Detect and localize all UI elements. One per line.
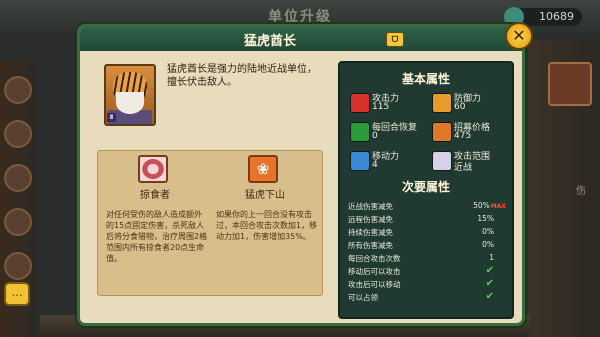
sidebar-text: 伤: [576, 186, 586, 197]
secondary-stat-value: 15%: [477, 214, 494, 223]
meat-icon: [138, 155, 168, 183]
chat-icon: …: [11, 286, 23, 299]
check-icon: ✔: [485, 291, 494, 302]
chat-button[interactable]: …: [4, 282, 30, 306]
ability-name: 猛虎下山: [245, 190, 285, 201]
max-badge: MAX: [490, 203, 506, 210]
secondary-stat-row: 远程伤害减免 15%: [348, 214, 508, 225]
secondary-stat-label: 所有伤害减免: [348, 241, 393, 250]
close-icon: ✕: [512, 26, 526, 45]
sidebar-unit-slot[interactable]: [4, 208, 32, 236]
secondary-stat-value: 1: [489, 253, 494, 262]
rank-icon: Ⅲ: [107, 113, 116, 122]
secondary-stat-label: 持续伤害减免: [348, 228, 393, 237]
secondary-stat-label: 移动后可以攻击: [348, 267, 401, 276]
secondary-stat-value: 50%MAX: [473, 201, 506, 210]
secondary-stat-row: 移动后可以攻击 ✔: [348, 265, 508, 277]
close-button[interactable]: ✕: [505, 22, 533, 50]
boot-icon: [350, 151, 370, 171]
secondary-stat-label: 攻击后可以移动: [348, 280, 401, 289]
secondary-stat-value: 0%: [482, 240, 494, 249]
ability-description: 对任何受伤的敌人造成额外的15点固定伤害，杀死敌人后将分食猎物，治疗周围2格范围…: [106, 210, 208, 263]
tiger-beard-shape: [116, 92, 144, 114]
paw-card-icon[interactable]: [548, 62, 592, 106]
background-title: 单位升级: [268, 9, 332, 25]
mask-icon: ᗜ: [386, 32, 404, 47]
coin-icon: [432, 122, 452, 142]
panel-header: 猛虎酋长 ᗜ: [80, 27, 522, 51]
secondary-stat-label: 远程伤害减免: [348, 215, 393, 224]
secondary-stat-value: 0%: [482, 227, 494, 236]
sidebar-unit-slot[interactable]: [4, 252, 32, 280]
stat-movement: 移动力 4: [350, 149, 432, 173]
stats-panel: 基本属性 攻击力 115 防御力 60 每回合恢复 0 招募价格 475 移动力…: [338, 61, 514, 319]
unit-portrait: Ⅲ: [104, 64, 156, 126]
stat-range: 攻击范围 近战: [432, 149, 514, 173]
stat-value: 近战: [454, 163, 473, 173]
stat-attack: 攻击力 115: [350, 91, 432, 115]
sidebar-unit-slot[interactable]: [4, 164, 32, 192]
abilities-section: 掠食者 对任何受伤的敌人造成额外的15点固定伤害，杀死敌人后将分食猎物，治疗周围…: [97, 150, 323, 296]
unit-description: 猛虎酋长是强力的陆地近战单位，擅长伏击敌人。: [167, 64, 317, 88]
secondary-stat-label: 可以占领: [348, 293, 378, 302]
secondary-stat-value-text: 50%: [473, 201, 490, 210]
secondary-stat-row: 近战伤害减免 50%MAX: [348, 201, 508, 212]
check-icon: ✔: [485, 278, 494, 289]
stat-value: 475: [454, 131, 472, 141]
basic-stats-title: 基本属性: [401, 72, 450, 86]
secondary-stat-label: 近战伤害减免: [348, 202, 393, 211]
ability-name: 掠食者: [140, 190, 170, 201]
currency-value: 10689: [539, 10, 574, 23]
secondary-stat-label: 每回合攻击次数: [348, 254, 401, 263]
stat-value: 115: [372, 102, 390, 112]
right-sidebar: 伤: [528, 40, 600, 337]
secondary-stat-row: 每回合攻击次数 1: [348, 253, 508, 264]
stat-value: 4: [372, 160, 378, 170]
heal-icon: [350, 122, 370, 142]
stat-defense: 防御力 60: [432, 91, 514, 115]
stat-regen: 每回合恢复 0: [350, 120, 432, 144]
secondary-stats-title: 次要属性: [401, 180, 450, 194]
stat-label: 每回合恢复: [372, 123, 418, 133]
sidebar-unit-slot[interactable]: [4, 120, 32, 148]
unit-info-panel: 猛虎酋长 ᗜ Ⅲ 猛虎酋长是强力的陆地近战单位，擅长伏击敌人。 掠食者 对任何受…: [77, 24, 525, 326]
stat-value: 60: [454, 102, 466, 112]
range-icon: [432, 151, 452, 171]
paw-icon: ❀: [248, 155, 278, 183]
sword-icon: [350, 93, 370, 113]
ability-description: 如果你的上一回合没有攻击过，本回合攻击次数加1，移动力加1，伤害增加35%。: [216, 210, 318, 241]
sidebar-unit-slot[interactable]: [4, 76, 32, 104]
shield-icon: [432, 93, 452, 113]
secondary-stat-row: 持续伤害减免 0%: [348, 227, 508, 238]
secondary-stat-row: 所有伤害减免 0%: [348, 240, 508, 251]
check-icon: ✔: [485, 265, 494, 276]
stat-cost: 招募价格 475: [432, 120, 514, 144]
secondary-stat-row: 攻击后可以移动 ✔: [348, 278, 508, 290]
secondary-stat-row: 可以占领 ✔: [348, 291, 508, 303]
stat-value: 0: [372, 131, 378, 141]
